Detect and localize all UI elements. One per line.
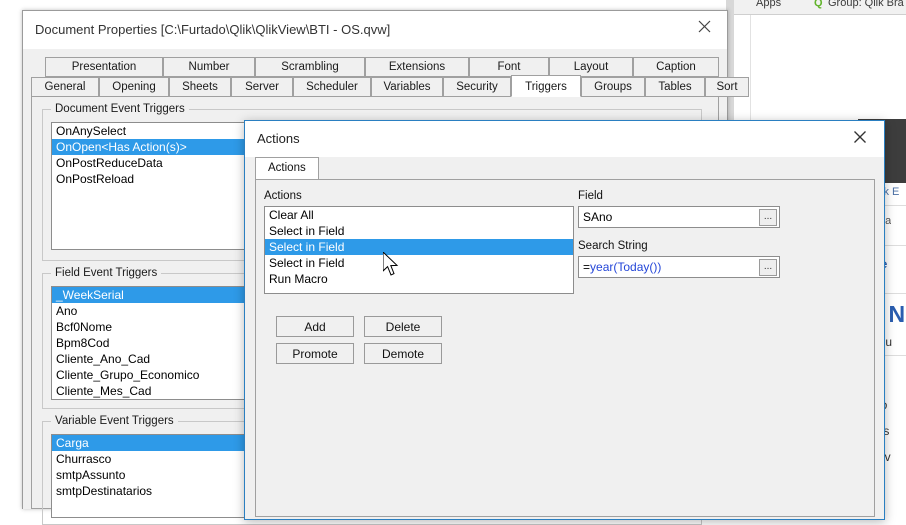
actions-dialog: Actions Actions Actions Clear All Select …: [244, 120, 885, 520]
bookmark-apps[interactable]: Apps: [756, 0, 781, 9]
window-title: Document Properties [C:\Furtado\Qlik\Qli…: [35, 22, 391, 37]
tab-sheets[interactable]: Sheets: [169, 77, 231, 97]
tab-opening[interactable]: Opening: [99, 77, 169, 97]
search-string-expression: year(Today()): [590, 260, 662, 274]
bookmark-group-qlik[interactable]: Group: Qlik Bra: [828, 0, 904, 9]
tab-scrambling[interactable]: Scrambling: [255, 57, 365, 77]
tabrow-upper: Presentation Number Scrambling Extension…: [31, 57, 719, 77]
search-string-value: =year(Today()): [579, 260, 759, 274]
properties-tabstrip: Presentation Number Scrambling Extension…: [31, 57, 749, 97]
search-string-input[interactable]: =year(Today()) ...: [578, 256, 780, 278]
tab-presentation[interactable]: Presentation: [45, 57, 163, 77]
list-item[interactable]: Select in Field: [265, 239, 573, 255]
tab-scheduler[interactable]: Scheduler: [293, 77, 371, 97]
list-item[interactable]: Select in Field: [265, 255, 573, 271]
search-string-label: Search String: [578, 240, 648, 252]
list-item[interactable]: Clear All: [265, 207, 573, 223]
tab-triggers[interactable]: Triggers: [511, 75, 581, 97]
document-properties-titlebar: Document Properties [C:\Furtado\Qlik\Qli…: [23, 11, 727, 49]
list-item[interactable]: Select in Field: [265, 223, 573, 239]
field-label: Field: [578, 190, 603, 202]
tab-server[interactable]: Server: [231, 77, 293, 97]
actions-dialog-tabstrip: Actions: [255, 157, 875, 179]
search-string-prefix: =: [583, 260, 591, 274]
field-browse-button[interactable]: ...: [759, 208, 777, 226]
tab-groups[interactable]: Groups: [581, 77, 645, 97]
actions-list-label: Actions: [264, 190, 302, 202]
actions-list[interactable]: Clear All Select in Field Select in Field S…: [264, 206, 574, 294]
tab-caption[interactable]: Caption: [633, 57, 719, 77]
add-button[interactable]: Add: [276, 316, 354, 337]
actions-dialog-title: Actions: [257, 131, 300, 146]
demote-button[interactable]: Demote: [364, 343, 442, 364]
list-item[interactable]: Run Macro: [265, 271, 573, 287]
tab-tables[interactable]: Tables: [645, 77, 705, 97]
tab-sort[interactable]: Sort: [705, 77, 749, 97]
tab-layout[interactable]: Layout: [549, 57, 633, 77]
field-input[interactable]: SAno ...: [578, 206, 780, 228]
tab-actions[interactable]: Actions: [255, 157, 319, 179]
delete-button[interactable]: Delete: [364, 316, 442, 337]
field-value: SAno: [583, 210, 613, 224]
field-event-triggers-label: Field Event Triggers: [51, 267, 162, 279]
tab-number[interactable]: Number: [163, 57, 255, 77]
tab-security[interactable]: Security: [443, 77, 511, 97]
close-icon[interactable]: [681, 11, 727, 41]
actions-dialog-titlebar: Actions: [245, 121, 884, 157]
variable-event-triggers-label: Variable Event Triggers: [51, 415, 178, 427]
tab-font[interactable]: Font: [469, 57, 549, 77]
close-icon[interactable]: [840, 123, 880, 151]
browser-bookmarks-bar: Apps Q Group: Qlik Bra: [726, 0, 906, 15]
tab-general[interactable]: General: [31, 77, 99, 97]
qlik-q-icon: Q: [814, 0, 823, 9]
tab-extensions[interactable]: Extensions: [365, 57, 469, 77]
promote-button[interactable]: Promote: [276, 343, 354, 364]
document-event-triggers-label: Document Event Triggers: [51, 103, 189, 115]
search-string-browse-button[interactable]: ...: [759, 258, 777, 276]
actions-tab-panel: Actions Clear All Select in Field Select i…: [255, 179, 875, 517]
tabrow-lower: General Opening Sheets Server Scheduler …: [31, 75, 749, 97]
tab-variables[interactable]: Variables: [371, 77, 443, 97]
